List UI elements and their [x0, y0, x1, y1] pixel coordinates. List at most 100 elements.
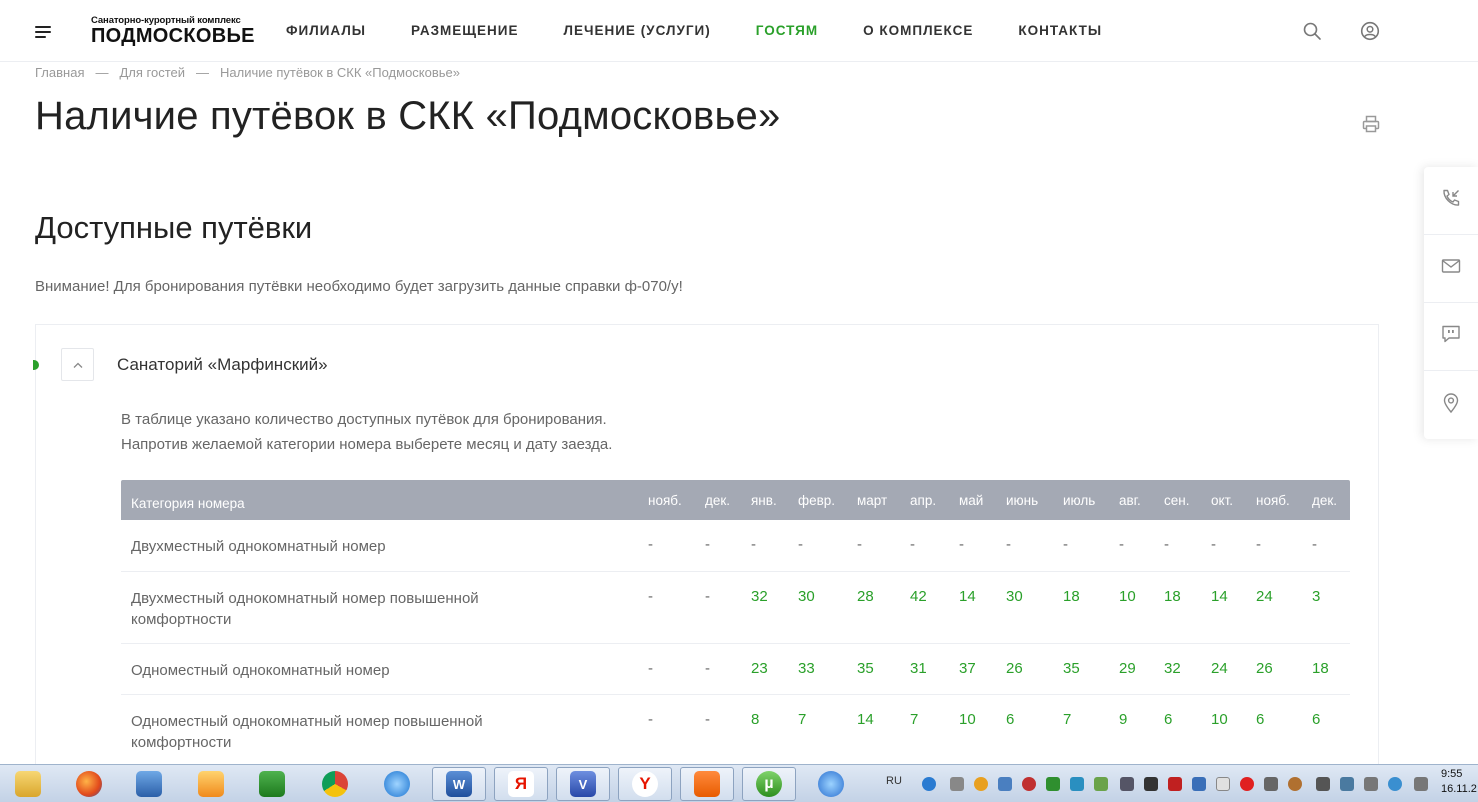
- availability-count-link[interactable]: 6: [1006, 711, 1014, 728]
- availability-count-link[interactable]: 7: [910, 711, 918, 728]
- location-button[interactable]: [1424, 371, 1478, 439]
- availability-count-link[interactable]: 7: [798, 711, 806, 728]
- tray-app-icon[interactable]: [998, 777, 1012, 791]
- taskbar-visio-button[interactable]: V: [556, 767, 610, 801]
- accordion-title[interactable]: Санаторий «Марфинский»: [117, 355, 328, 375]
- tray-app-icon[interactable]: [1022, 777, 1036, 791]
- menu-icon[interactable]: [35, 26, 51, 38]
- tray-app-icon[interactable]: [1414, 777, 1428, 791]
- availability-count-link[interactable]: 32: [751, 588, 768, 605]
- availability-count-link[interactable]: 14: [857, 711, 874, 728]
- tray-app-icon[interactable]: [1094, 777, 1108, 791]
- breadcrumb-home[interactable]: Главная: [35, 65, 84, 80]
- battery-icon[interactable]: [1316, 777, 1330, 791]
- availability-count-link[interactable]: 24: [1256, 588, 1273, 605]
- tray-app-icon[interactable]: [1192, 777, 1206, 791]
- availability-count-link[interactable]: 6: [1256, 711, 1264, 728]
- availability-count-link[interactable]: 18: [1063, 588, 1080, 605]
- availability-count-link[interactable]: 42: [910, 588, 927, 605]
- utorrent-icon: µ: [756, 771, 782, 797]
- taskbar-ie-button[interactable]: [370, 767, 424, 801]
- availability-count-link[interactable]: 14: [1211, 588, 1228, 605]
- availability-count-link[interactable]: 35: [857, 660, 874, 677]
- taskbar-excel-button[interactable]: [245, 767, 299, 801]
- tray-app-icon[interactable]: [1046, 777, 1060, 791]
- availability-count-link[interactable]: 14: [959, 588, 976, 605]
- taskbar-utorrent-button[interactable]: µ: [742, 767, 796, 801]
- nav-item-treatment[interactable]: ЛЕЧЕНИЕ (УСЛУГИ): [564, 23, 711, 38]
- taskbar-odnoklassniki-button[interactable]: [680, 767, 734, 801]
- availability-count-link[interactable]: 9: [1119, 711, 1127, 728]
- taskbar-explorer-button[interactable]: [1, 767, 55, 801]
- ie-icon: [384, 771, 410, 797]
- site-logo[interactable]: Санаторно-курортный комплекс ПОДМОСКОВЬЕ: [91, 15, 255, 46]
- taskbar-app-button[interactable]: [804, 767, 858, 801]
- availability-count-link[interactable]: 18: [1164, 588, 1181, 605]
- search-icon[interactable]: [1302, 21, 1322, 41]
- availability-count-link[interactable]: 7: [1063, 711, 1071, 728]
- signal-icon[interactable]: [1264, 777, 1278, 791]
- nav-item-accommodation[interactable]: РАЗМЕЩЕНИЕ: [411, 23, 519, 38]
- availability-count-link[interactable]: 10: [959, 711, 976, 728]
- availability-count-link[interactable]: 6: [1164, 711, 1172, 728]
- availability-count-link[interactable]: 35: [1063, 660, 1080, 677]
- column-header-month: сен.: [1164, 493, 1190, 508]
- taskbar-yandex-browser-button[interactable]: Y: [618, 767, 672, 801]
- language-indicator[interactable]: RU: [886, 775, 902, 787]
- availability-count-link[interactable]: 26: [1256, 660, 1273, 677]
- video-icon: [198, 771, 224, 797]
- tray-app-icon[interactable]: [974, 777, 988, 791]
- tray-app-icon[interactable]: [1288, 777, 1302, 791]
- tray-app-icon[interactable]: [1144, 777, 1158, 791]
- mail-icon: [1440, 255, 1462, 282]
- nav-item-about[interactable]: О КОМПЛЕКСЕ: [863, 23, 973, 38]
- help-icon[interactable]: [922, 777, 936, 791]
- chat-button[interactable]: [1424, 303, 1478, 371]
- availability-count-link[interactable]: 30: [798, 588, 815, 605]
- accordion-toggle-button[interactable]: [61, 348, 94, 381]
- tray-app-icon[interactable]: [1168, 777, 1182, 791]
- app-icon: [818, 771, 844, 797]
- tray-app-icon[interactable]: [1120, 777, 1134, 791]
- availability-count-link[interactable]: 26: [1006, 660, 1023, 677]
- availability-count-link[interactable]: 3: [1312, 588, 1320, 605]
- taskbar-word-button[interactable]: W: [432, 767, 486, 801]
- taskbar-media-player-button[interactable]: [122, 767, 176, 801]
- availability-count-link[interactable]: 6: [1312, 711, 1320, 728]
- nav-item-branches[interactable]: ФИЛИАЛЫ: [286, 23, 366, 38]
- volume-icon[interactable]: [1364, 777, 1378, 791]
- nav-item-contacts[interactable]: КОНТАКТЫ: [1018, 23, 1102, 38]
- taskbar-video-button[interactable]: [184, 767, 238, 801]
- breadcrumb-guests[interactable]: Для гостей: [119, 65, 185, 80]
- taskbar-yandex-button[interactable]: Я: [494, 767, 548, 801]
- user-icon[interactable]: [1360, 21, 1380, 41]
- availability-count-link[interactable]: 28: [857, 588, 874, 605]
- tray-app-icon[interactable]: [1340, 777, 1354, 791]
- taskbar-chrome-button[interactable]: [308, 767, 362, 801]
- availability-count-link[interactable]: 37: [959, 660, 976, 677]
- tray-app-icon[interactable]: [1070, 777, 1084, 791]
- tray-app-icon[interactable]: [1240, 777, 1254, 791]
- availability-empty-cell: -: [1119, 536, 1124, 553]
- availability-count-link[interactable]: 29: [1119, 660, 1136, 677]
- nav-item-guests[interactable]: ГОСТЯМ: [756, 23, 818, 38]
- network-icon[interactable]: [1388, 777, 1402, 791]
- availability-count-link[interactable]: 30: [1006, 588, 1023, 605]
- taskbar-clock[interactable]: 9:55 16.11.2: [1441, 767, 1477, 797]
- availability-count-link[interactable]: 10: [1119, 588, 1136, 605]
- taskbar-firefox-button[interactable]: [62, 767, 116, 801]
- availability-count-link[interactable]: 8: [751, 711, 759, 728]
- availability-count-link[interactable]: 31: [910, 660, 927, 677]
- callback-button[interactable]: [1424, 167, 1478, 235]
- print-icon[interactable]: [1361, 114, 1381, 134]
- availability-count-link[interactable]: 10: [1211, 711, 1228, 728]
- tray-app-icon[interactable]: [950, 777, 964, 791]
- tray-app-icon[interactable]: [1216, 777, 1230, 791]
- visio-icon: V: [570, 771, 596, 797]
- availability-count-link[interactable]: 33: [798, 660, 815, 677]
- availability-count-link[interactable]: 24: [1211, 660, 1228, 677]
- availability-count-link[interactable]: 32: [1164, 660, 1181, 677]
- mail-button[interactable]: [1424, 235, 1478, 303]
- availability-count-link[interactable]: 18: [1312, 660, 1329, 677]
- availability-count-link[interactable]: 23: [751, 660, 768, 677]
